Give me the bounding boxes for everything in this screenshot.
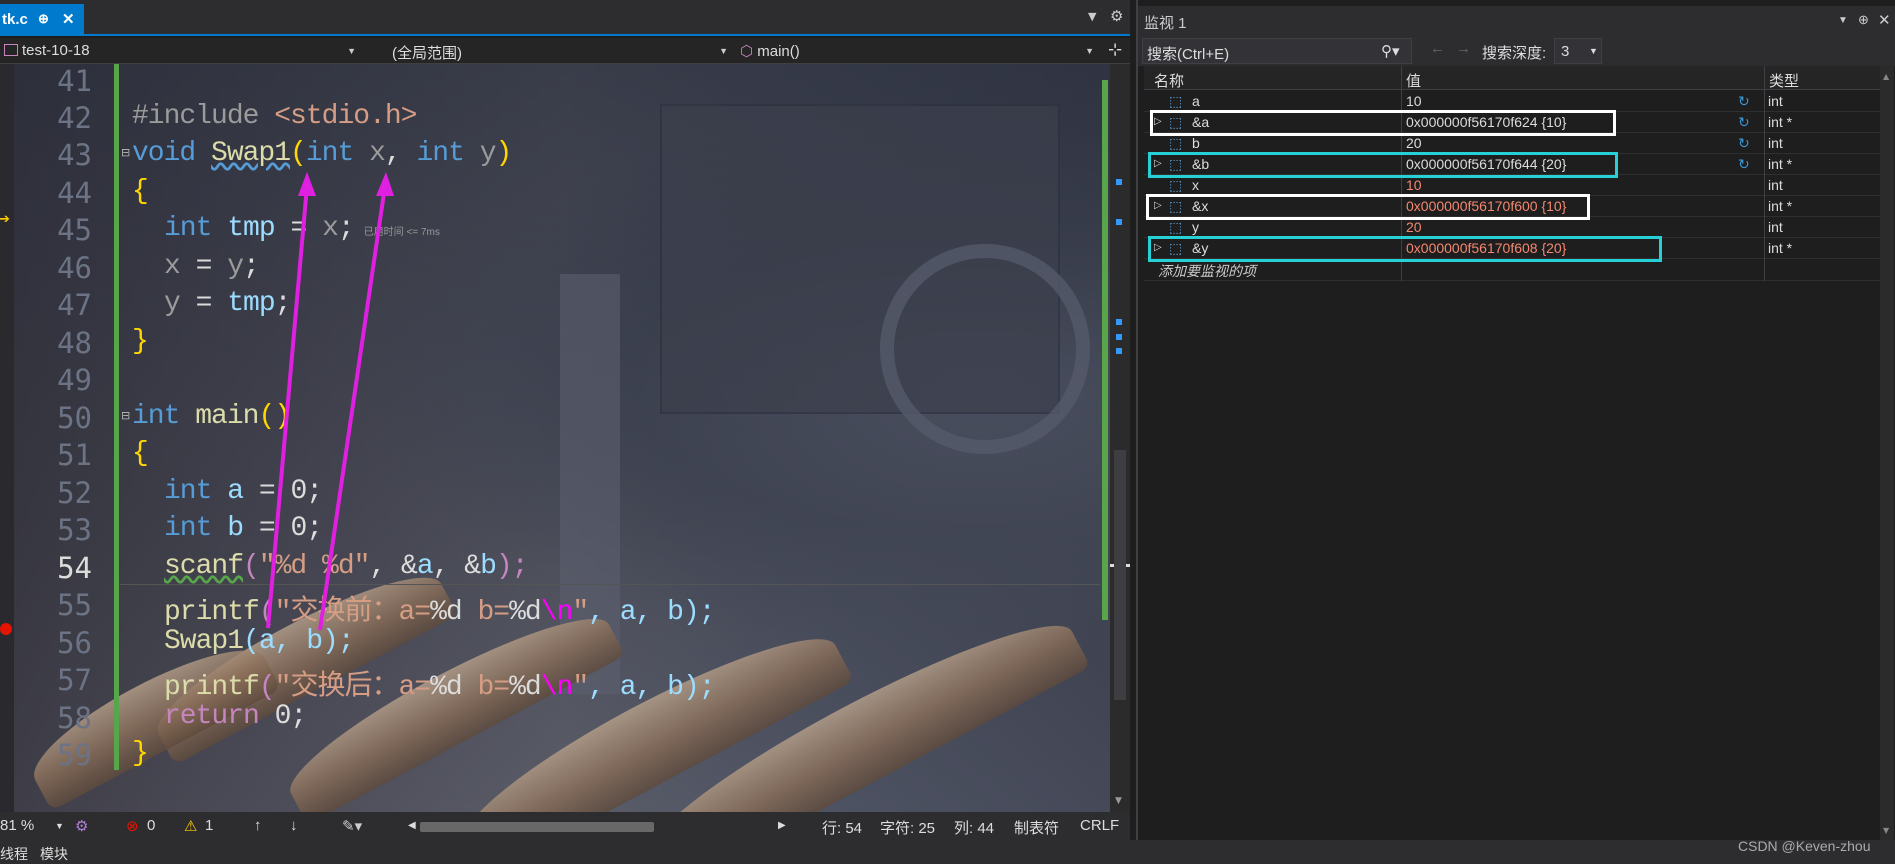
- highlight-box: [1146, 194, 1590, 220]
- depth-label: 搜索深度:: [1482, 45, 1547, 62]
- error-count[interactable]: 0: [147, 817, 155, 834]
- column-name[interactable]: 名称: [1154, 70, 1184, 91]
- depth-select[interactable]: 3 ▼: [1554, 38, 1602, 64]
- scroll-left-icon[interactable]: ◀: [408, 820, 416, 831]
- warning-count[interactable]: 1: [205, 817, 213, 834]
- arrow-up-icon[interactable]: ↑: [254, 817, 262, 834]
- cursor-char: 字符: 25: [880, 820, 936, 837]
- pin-icon[interactable]: ⊕: [1858, 12, 1869, 28]
- variable-icon: ⬚: [1169, 135, 1183, 151]
- arrow-down-icon[interactable]: ↓: [290, 817, 298, 834]
- highlight-box: [1148, 236, 1662, 262]
- watch-toolbar: 搜索(Ctrl+E) ⚲▾ ← → 搜索深度: 3 ▼: [1138, 36, 1895, 66]
- close-icon[interactable]: ✕: [1878, 11, 1891, 29]
- watch-title-bar: 监视 1 ▼ ⊕ ✕: [1138, 6, 1895, 36]
- zoom-level[interactable]: 81 %: [0, 817, 34, 834]
- depth-value: 3: [1561, 43, 1570, 60]
- add-watch-placeholder: 添加要监视的项: [1158, 263, 1256, 279]
- code-editor[interactable]: tk.c ⊕ ✕ ▼ ⚙ test-10-18 ▼ (全局范围) ▼ ⬡ main(…: [0, 0, 1130, 864]
- cursor-row: 行: 54: [822, 820, 863, 837]
- column-type[interactable]: 类型: [1764, 70, 1799, 90]
- horizontal-scrollbar-thumb[interactable]: [420, 822, 654, 832]
- watch-row[interactable]: ⬚ b 20 ↻ int: [1144, 133, 1884, 154]
- line-ending[interactable]: CRLF: [1080, 817, 1119, 834]
- watch-row[interactable]: ⬚ y 20 int: [1144, 217, 1884, 238]
- tab-threads[interactable]: 线程: [0, 844, 28, 864]
- variable-icon: ⬚: [1169, 93, 1183, 109]
- highlight-box: [1148, 152, 1618, 178]
- refresh-icon[interactable]: ↻: [1738, 114, 1750, 131]
- search-icon[interactable]: ⚲▾: [1381, 42, 1400, 60]
- indent-mode[interactable]: 制表符: [1014, 817, 1059, 838]
- health-icon[interactable]: ⚙: [75, 817, 88, 835]
- editor-status-bar: 81 % ▼ ⚙ ⊗ 0 ⚠ 1 ↑ ↓ ✎▾ ◀ ▶ 行: 54 字符: 25…: [0, 812, 1130, 840]
- watch-column-headers: 名称 值 类型: [1144, 66, 1884, 90]
- column-value[interactable]: 值: [1401, 70, 1421, 90]
- back-arrow-icon[interactable]: ←: [1430, 40, 1445, 57]
- search-placeholder: 搜索(Ctrl+E): [1147, 46, 1230, 63]
- refresh-icon[interactable]: ↻: [1738, 135, 1750, 152]
- watch-row[interactable]: ⬚ a 10 ↻ int: [1144, 91, 1884, 112]
- brush-icon[interactable]: ✎▾: [342, 817, 362, 835]
- variable-icon: ⬚: [1169, 219, 1183, 235]
- refresh-icon[interactable]: ↻: [1738, 93, 1750, 110]
- refresh-icon[interactable]: ↻: [1738, 156, 1750, 173]
- bottom-tool-tabs: 线程 模块: [0, 840, 1895, 864]
- highlight-box: [1150, 110, 1616, 136]
- scroll-right-icon[interactable]: ▶: [778, 820, 786, 831]
- watermark-text: CSDN @Keven-zhou: [1738, 838, 1871, 854]
- variable-icon: ⬚: [1169, 177, 1183, 193]
- warning-icon[interactable]: ⚠: [184, 817, 197, 835]
- zoom-dropdown-icon[interactable]: ▼: [55, 821, 64, 831]
- watch-row[interactable]: ⬚ x 10 int: [1144, 175, 1884, 196]
- watch-search-input[interactable]: 搜索(Ctrl+E) ⚲▾: [1142, 38, 1412, 64]
- tab-modules[interactable]: 模块: [40, 844, 68, 864]
- add-watch-row[interactable]: 添加要监视的项: [1144, 259, 1884, 281]
- watch-window: 监视 1 ▼ ⊕ ✕ 搜索(Ctrl+E) ⚲▾ ← → 搜索深度: 3 ▼ 名称 …: [1136, 0, 1895, 840]
- watch-scrollbar[interactable]: ▲ ▼: [1880, 66, 1894, 840]
- cursor-col: 列: 44: [954, 820, 995, 837]
- error-icon[interactable]: ⊗: [126, 817, 139, 835]
- forward-arrow-icon[interactable]: →: [1456, 40, 1471, 57]
- annotation-arrows: [266, 172, 394, 631]
- watch-title: 监视 1: [1144, 15, 1187, 32]
- window-dropdown-icon[interactable]: ▼: [1838, 15, 1848, 26]
